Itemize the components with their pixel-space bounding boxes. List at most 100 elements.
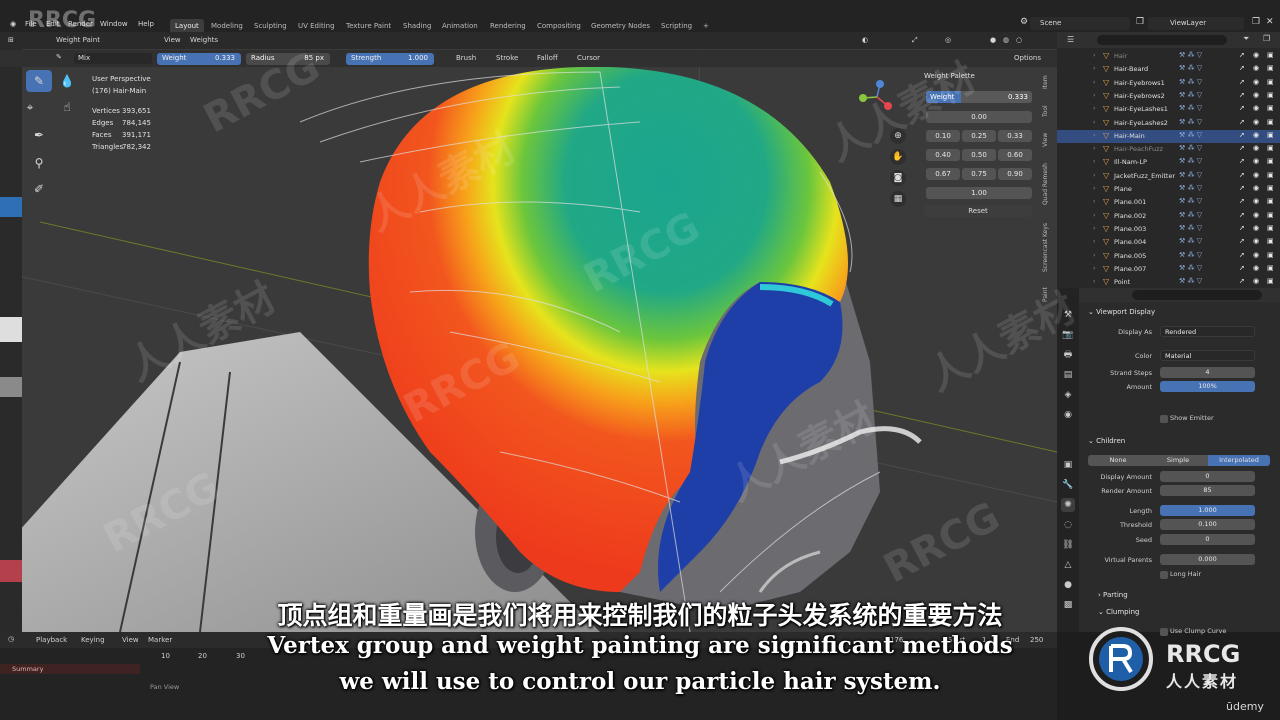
selectable-icon[interactable]: ➚	[1239, 211, 1245, 219]
weight-preset-050[interactable]: 0.50	[962, 149, 996, 161]
expand-chevron-icon[interactable]: ›	[1093, 252, 1095, 259]
outliner-row[interactable]: › ▽ Plane ⚒ ⁂ ▽ ➚ ◉ ▣	[1057, 183, 1280, 196]
add-workspace-button[interactable]: +	[698, 19, 714, 32]
amount-field[interactable]: 100%	[1160, 381, 1255, 392]
selectable-icon[interactable]: ➚	[1239, 237, 1245, 245]
selectable-icon[interactable]: ➚	[1239, 144, 1245, 152]
section-viewport-display[interactable]: ⌄ Viewport Display	[1088, 308, 1155, 316]
expand-chevron-icon[interactable]: ›	[1093, 172, 1095, 179]
falloff-menu[interactable]: Falloff	[537, 54, 558, 62]
tab-rendering[interactable]: Rendering	[485, 19, 531, 32]
weight-preset-075[interactable]: 0.75	[962, 168, 996, 180]
visibility-eye-icon[interactable]: ◉	[1253, 184, 1259, 192]
expand-chevron-icon[interactable]: ›	[1093, 92, 1095, 99]
expand-chevron-icon[interactable]: ›	[1093, 158, 1095, 165]
expand-chevron-icon[interactable]: ›	[1093, 145, 1095, 152]
new-scene-icon[interactable]: ❐	[1136, 17, 1144, 27]
outliner-row[interactable]: › ▽ Hair-Eyebrows1 ⚒ ⁂ ▽ ➚ ◉ ▣	[1057, 77, 1280, 90]
pan-icon[interactable]: ✋	[890, 149, 906, 165]
render-camera-icon[interactable]: ▣	[1267, 184, 1274, 192]
display-as-dropdown[interactable]: Rendered	[1160, 326, 1255, 337]
expand-chevron-icon[interactable]: ›	[1093, 52, 1095, 59]
children-mode-simple[interactable]: Simple	[1148, 455, 1208, 466]
render-camera-icon[interactable]: ▣	[1267, 64, 1274, 72]
view-layer-field[interactable]: ViewLayer	[1148, 17, 1244, 30]
render-camera-icon[interactable]: ▣	[1267, 118, 1274, 126]
weight-palette-reset-button[interactable]: Reset	[924, 205, 1032, 217]
threshold-field[interactable]: 0.100	[1160, 519, 1255, 530]
tab-texture-paint[interactable]: Texture Paint	[341, 19, 396, 32]
visibility-eye-icon[interactable]: ◉	[1253, 64, 1259, 72]
tab-modeling[interactable]: Modeling	[206, 19, 248, 32]
tab-layout[interactable]: Layout	[170, 19, 204, 32]
menu-window[interactable]: Window	[100, 20, 128, 28]
weight-preset-025[interactable]: 0.25	[962, 130, 996, 142]
brush-menu[interactable]: Brush	[456, 54, 476, 62]
render-camera-icon[interactable]: ▣	[1267, 211, 1274, 219]
outliner-row[interactable]: › ▽ Hair-Eyebrows2 ⚒ ⁂ ▽ ➚ ◉ ▣	[1057, 90, 1280, 103]
tab-quad-remesh[interactable]: Quad Remesh	[1042, 158, 1056, 210]
visibility-eye-icon[interactable]: ◉	[1253, 224, 1259, 232]
weight-preset-040[interactable]: 0.40	[926, 149, 960, 161]
shading-material-icon[interactable]: ◍	[1003, 36, 1009, 44]
outliner-row[interactable]: › ▽ Ill-Nam-LP ⚒ ⁂ ▽ ➚ ◉ ▣	[1057, 156, 1280, 169]
weight-preset-010[interactable]: 0.10	[926, 130, 960, 142]
gradient-tool-icon[interactable]: ⚲	[26, 152, 52, 174]
outliner-row[interactable]: › ▽ Plane.004 ⚒ ⁂ ▽ ➚ ◉ ▣	[1057, 236, 1280, 249]
sample-tool-icon[interactable]: ✒	[26, 124, 52, 146]
render-camera-icon[interactable]: ▣	[1267, 131, 1274, 139]
expand-chevron-icon[interactable]: ›	[1093, 225, 1095, 232]
tab-compositing[interactable]: Compositing	[532, 19, 586, 32]
weight-preset-100[interactable]: 1.00	[926, 187, 1032, 199]
outliner-row[interactable]: › ▽ Hair-PeachFuzz ⚒ ⁂ ▽ ➚ ◉ ▣	[1057, 143, 1280, 156]
draw-tool-icon[interactable]: ✎	[26, 70, 52, 92]
weight-preset-090[interactable]: 0.90	[998, 168, 1032, 180]
render-camera-icon[interactable]: ▣	[1267, 144, 1274, 152]
visibility-eye-icon[interactable]: ◉	[1253, 91, 1259, 99]
virtual-parents-field[interactable]: 0.000	[1160, 554, 1255, 565]
menu-view[interactable]: View	[164, 36, 181, 44]
selectable-icon[interactable]: ➚	[1239, 118, 1245, 126]
render-amount-field[interactable]: 85	[1160, 485, 1255, 496]
smear-tool-icon[interactable]: ☝	[54, 96, 80, 118]
seed-field[interactable]: 0	[1160, 534, 1255, 545]
tab-screencast-keys[interactable]: Screencast Keys	[1042, 216, 1056, 280]
selectable-icon[interactable]: ➚	[1239, 184, 1245, 192]
scene-field[interactable]: Scene	[1030, 17, 1130, 30]
visibility-eye-icon[interactable]: ◉	[1253, 264, 1259, 272]
children-mode-none[interactable]: None	[1088, 455, 1148, 466]
expand-chevron-icon[interactable]: ›	[1093, 265, 1095, 272]
visibility-eye-icon[interactable]: ◉	[1253, 211, 1259, 219]
outliner-search-input[interactable]	[1097, 35, 1227, 45]
tab-scripting[interactable]: Scripting	[656, 19, 697, 32]
visibility-eye-icon[interactable]: ◉	[1253, 51, 1259, 59]
selectable-icon[interactable]: ➚	[1239, 51, 1245, 59]
visibility-eye-icon[interactable]: ◉	[1253, 251, 1259, 259]
display-amount-field[interactable]: 0	[1160, 471, 1255, 482]
menu-weights[interactable]: Weights	[190, 36, 218, 44]
blend-dropdown[interactable]: Mix	[74, 53, 152, 64]
tab-shading[interactable]: Shading	[398, 19, 436, 32]
length-field[interactable]: 1.000	[1160, 505, 1255, 516]
outliner-editor-icon[interactable]: ☰	[1067, 35, 1074, 44]
editor-type-icon[interactable]: ⊞	[8, 36, 14, 44]
tab-uv-editing[interactable]: UV Editing	[293, 19, 340, 32]
mode-dropdown[interactable]: Weight Paint	[56, 36, 100, 44]
visibility-eye-icon[interactable]: ◉	[1253, 171, 1259, 179]
visibility-eye-icon[interactable]: ◉	[1253, 131, 1259, 139]
tab-sculpting[interactable]: Sculpting	[249, 19, 292, 32]
new-view-layer-icon[interactable]: ❐	[1252, 17, 1260, 27]
render-camera-icon[interactable]: ▣	[1267, 197, 1274, 205]
weight-preset-033[interactable]: 0.33	[998, 130, 1032, 142]
expand-chevron-icon[interactable]: ›	[1093, 278, 1095, 285]
object-props-icon[interactable]: ▣	[1061, 458, 1075, 472]
outliner-row[interactable]: › ▽ Hair ⚒ ⁂ ▽ ➚ ◉ ▣	[1057, 50, 1280, 63]
blender-logo-icon[interactable]: ◉	[10, 20, 16, 28]
close-icon[interactable]: ✕	[1266, 17, 1274, 27]
properties-search-input[interactable]	[1132, 290, 1262, 300]
expand-chevron-icon[interactable]: ›	[1093, 198, 1095, 205]
outliner-row[interactable]: › ▽ JacketFuzz_Emitter ⚒ ⁂ ▽ ➚ ◉ ▣	[1057, 170, 1280, 183]
outliner-row[interactable]: › ▽ Plane.001 ⚒ ⁂ ▽ ➚ ◉ ▣	[1057, 196, 1280, 209]
tab-view[interactable]: View	[1042, 128, 1056, 152]
blur-tool-icon[interactable]: 💧	[54, 70, 80, 92]
